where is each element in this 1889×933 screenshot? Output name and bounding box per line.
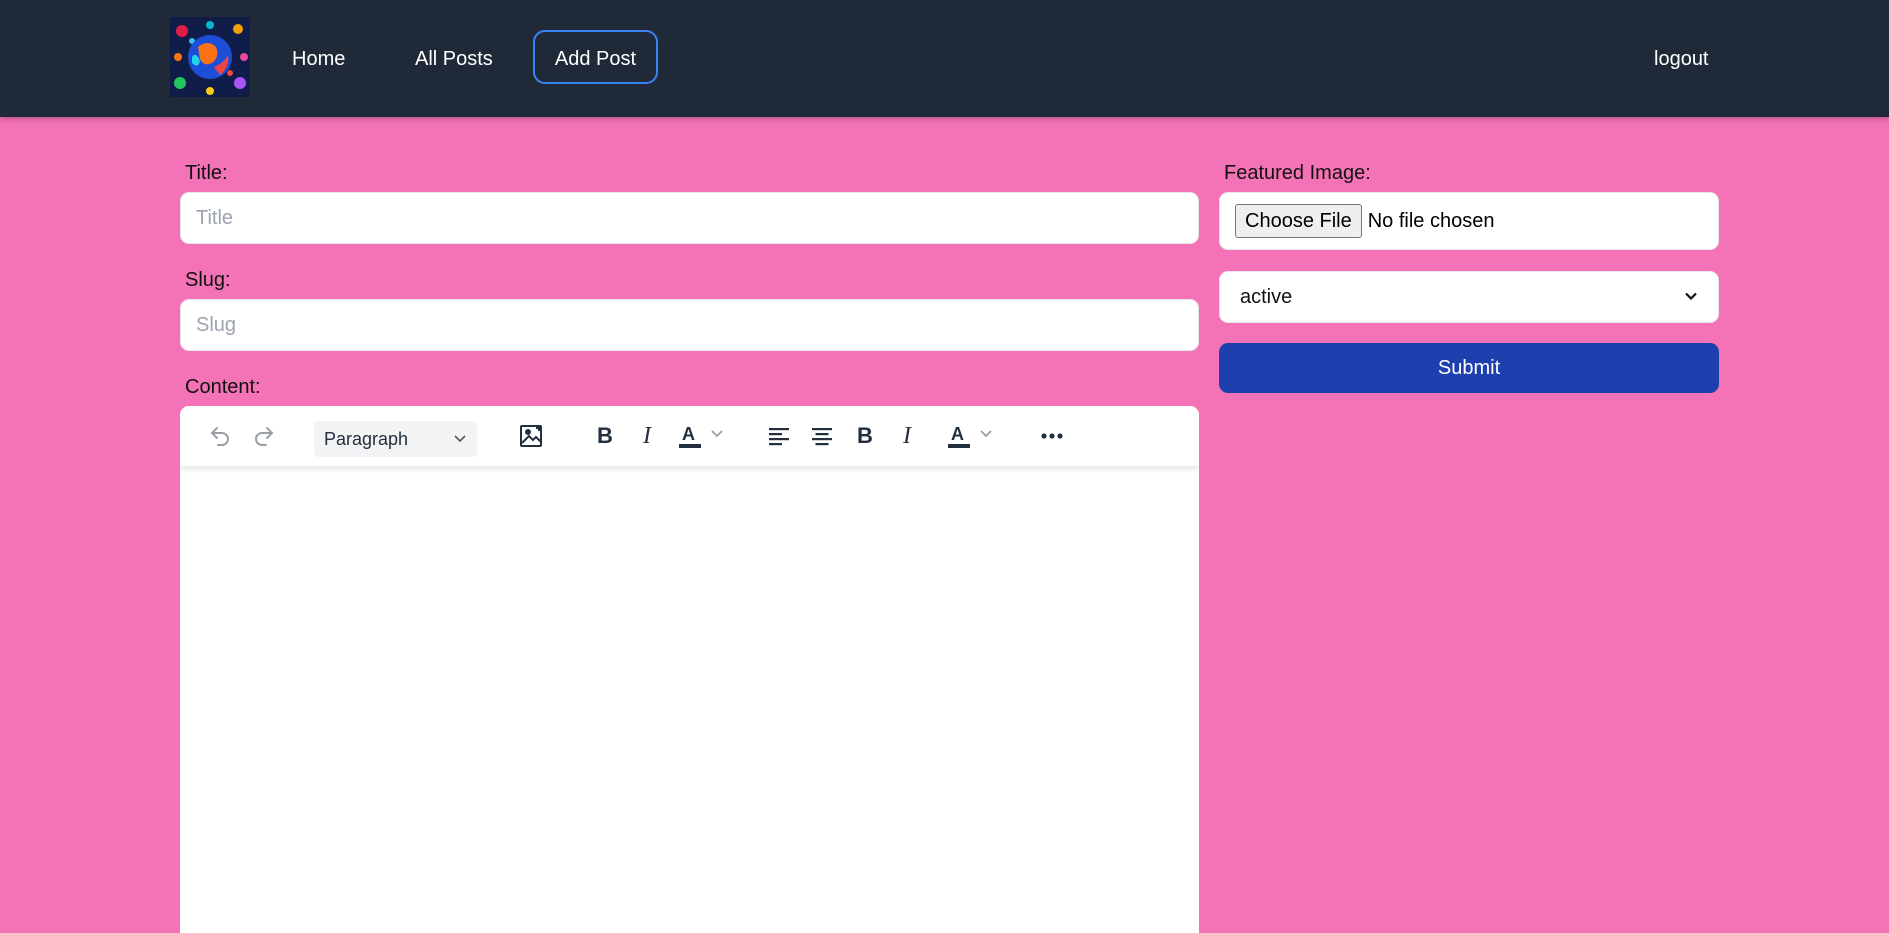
redo-icon[interactable] <box>248 418 280 454</box>
italic-icon[interactable]: I <box>892 418 922 454</box>
nav-all-posts[interactable]: All Posts <box>391 30 517 84</box>
editor-content-area[interactable] <box>180 466 1199 933</box>
title-label: Title: <box>185 162 228 184</box>
italic-icon[interactable]: I <box>632 418 662 454</box>
text-color-icon[interactable]: A <box>674 418 734 454</box>
block-format-select[interactable]: Paragraph <box>314 421 477 457</box>
text-color-icon[interactable]: A <box>943 418 1003 454</box>
status-select-value: active <box>1240 285 1293 308</box>
block-format-value: Paragraph <box>324 428 409 449</box>
choose-file-button[interactable]: Choose File <box>1235 204 1362 238</box>
more-icon[interactable] <box>1035 418 1069 454</box>
chevron-down-icon <box>1684 286 1698 309</box>
align-left-icon[interactable] <box>763 418 795 454</box>
status-select[interactable]: active <box>1219 271 1719 323</box>
featured-image-input: Choose File No file chosen <box>1219 192 1719 250</box>
title-input[interactable] <box>180 192 1199 244</box>
rich-text-editor: Paragraph B I A B I A <box>180 406 1199 933</box>
submit-button[interactable]: Submit <box>1219 343 1719 393</box>
bold-icon[interactable]: B <box>590 418 620 454</box>
top-navbar: Home All Posts Add Post logout <box>0 0 1889 117</box>
file-status-text: No file chosen <box>1367 209 1495 232</box>
chevron-down-icon <box>453 429 467 450</box>
logout-link[interactable]: logout <box>1630 30 1733 84</box>
site-logo[interactable] <box>170 17 250 97</box>
bold-icon[interactable]: B <box>850 418 880 454</box>
editor-toolbar: Paragraph B I A B I A <box>180 406 1199 466</box>
align-center-icon[interactable] <box>806 418 838 454</box>
text-color-glyph: A <box>682 424 695 444</box>
slug-label: Slug: <box>185 269 231 291</box>
text-color-glyph: A <box>951 424 964 444</box>
slug-input[interactable] <box>180 299 1199 351</box>
nav-home[interactable]: Home <box>268 30 369 84</box>
content-label: Content: <box>185 376 261 398</box>
nav-add-post[interactable]: Add Post <box>533 30 658 84</box>
featured-image-label: Featured Image: <box>1224 162 1371 184</box>
undo-icon[interactable] <box>204 418 236 454</box>
image-icon[interactable] <box>514 418 550 454</box>
